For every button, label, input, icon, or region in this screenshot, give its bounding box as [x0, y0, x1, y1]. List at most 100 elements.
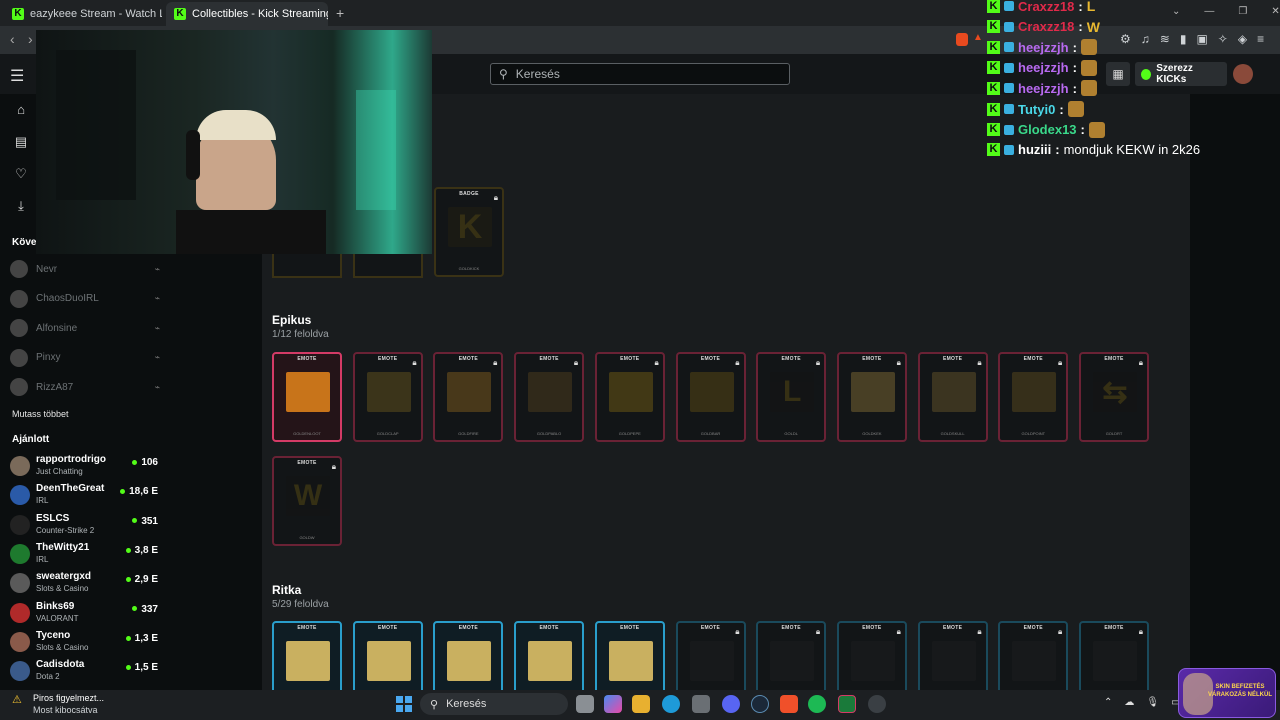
store-icon[interactable] [692, 695, 710, 713]
collectible-card[interactable]: EMOTE 🔒︎ GOLDPOINT [998, 352, 1069, 442]
card-name: GOLDPEPE [618, 431, 641, 436]
viewer-count: 351 [132, 516, 158, 527]
minimize-button[interactable]: — [1204, 6, 1214, 17]
copilot-icon[interactable] [604, 695, 622, 713]
download-icon[interactable]: ⤓ [10, 198, 32, 214]
get-kicks-button[interactable]: Szerezz KICKs [1135, 62, 1227, 86]
browse-icon[interactable]: ▤ [10, 134, 32, 150]
followed-channel[interactable]: ChaosDuoIRL ⌁ [10, 289, 160, 308]
card-type-label: EMOTE [378, 625, 398, 631]
close-window-button[interactable]: ✕ [1271, 6, 1279, 17]
chat-username[interactable]: Tutyi0 [1018, 102, 1055, 117]
collectible-card[interactable]: EMOTE GOLDENLOOT [272, 352, 342, 442]
get-kicks-label: Szerezz KICKs [1156, 63, 1193, 85]
collectible-card[interactable]: EMOTE 🔒︎ GOLDSKULL [917, 352, 988, 442]
dashboard-icon[interactable]: ▦ [1106, 62, 1130, 86]
collectible-card[interactable]: EMOTE 🔒︎ GOLDPEPE [594, 352, 665, 442]
notification-title[interactable]: Piros figyelmezt... [33, 693, 104, 703]
lock-icon: 🔒︎ [1058, 358, 1063, 367]
followed-channel[interactable]: Alfonsine ⌁ [10, 319, 160, 337]
card-name: GOLDBAR [700, 431, 721, 436]
menu-icon[interactable]: ≡ [1257, 32, 1264, 46]
chat-username[interactable]: huziii [1018, 142, 1051, 157]
recommended-channel[interactable]: Binks69 VALORANT 337 [10, 599, 160, 627]
channel-name: Binks69 [36, 600, 75, 612]
collectible-card[interactable]: EMOTE 🔒︎ ⇆ GOLDRT [1079, 352, 1149, 442]
sidebar-toggle-icon[interactable]: ▮ [1180, 32, 1187, 46]
chat-username[interactable]: Craxzz18 [1018, 0, 1074, 14]
tab-list-button[interactable]: ⌄ [1172, 6, 1180, 17]
chat-username[interactable]: heejzzjh [1018, 81, 1069, 96]
sponsor-text: SKIN BEFIZETÉS VÁRAKOZÁS NÉLKÜL [1208, 684, 1272, 698]
tab-title: Collectibles - Kick Streaming [192, 8, 328, 20]
lock-icon: 🔒︎ [493, 193, 498, 202]
spotify-icon[interactable] [808, 695, 826, 713]
followed-channel[interactable]: RizzA87 ⌁ [10, 378, 160, 396]
followed-channel[interactable]: Nevr ⌁ [10, 260, 160, 278]
recommended-channel[interactable]: TheWitty21 IRL 3,8 E [10, 540, 160, 568]
chat-username[interactable]: Glodex13 [1018, 122, 1077, 137]
taskbar-search[interactable]: ⚲ Keresés [420, 693, 568, 715]
collectible-card[interactable]: EMOTE 🔒︎ GOLDCLAP [352, 352, 423, 442]
followed-channel[interactable]: Pinxy ⌁ [10, 348, 160, 367]
collectible-card[interactable]: EMOTE 🔒︎ GOLDKEK [836, 352, 907, 442]
show-more-link[interactable]: Mutass többet [12, 409, 69, 419]
collectible-card[interactable]: EMOTE 🔒︎ L GOLDL [756, 352, 827, 442]
wallet-icon[interactable]: ▣ [1196, 32, 1207, 46]
edge-icon[interactable] [662, 695, 680, 713]
card-type-label: EMOTE [700, 625, 721, 631]
collectible-card[interactable]: EMOTE 🔒︎ W GOLDW [272, 456, 342, 546]
recommended-channel[interactable]: rapportrodrigo Just Chatting 106 [10, 452, 160, 480]
cloud-icon[interactable]: ☁ [1124, 697, 1134, 708]
back-icon[interactable]: ‹ [10, 31, 15, 47]
discord-icon[interactable] [722, 695, 740, 713]
mic-icon[interactable]: 🎙︎ [1146, 697, 1159, 708]
recommended-channel[interactable]: Tyceno Slots & Casino 1,3 E [10, 628, 160, 656]
live-dot-icon [132, 606, 138, 612]
task-view-icon[interactable] [576, 695, 594, 713]
tune-icon[interactable]: ≋ [1160, 32, 1170, 46]
following-icon[interactable]: ♡ [10, 166, 32, 182]
card-name: GOLDPOINT [1021, 431, 1046, 436]
steam-icon[interactable] [751, 695, 769, 713]
recommended-channel[interactable]: ESLCS Counter-Strike 2 351 [10, 511, 160, 539]
recommended-channel[interactable]: DeenTheGreat IRL 18,6 E [10, 481, 160, 509]
browser-tab-stream[interactable]: K eazykeee Stream - Watch Live on Kic [4, 2, 162, 26]
chat-message: K Craxzz18: W [987, 19, 1100, 35]
obs-excel-icon[interactable] [838, 695, 856, 713]
chat-username[interactable]: heejzzjh [1018, 40, 1069, 55]
badge-card-partial[interactable] [272, 250, 342, 278]
channel-avatar [10, 456, 30, 476]
file-explorer-icon[interactable] [632, 695, 650, 713]
forward-icon[interactable]: › [28, 31, 33, 47]
tray-chevron-icon[interactable]: ⌃ [1104, 697, 1112, 708]
music-icon[interactable]: ♫ [1141, 32, 1150, 46]
leo-icon[interactable]: ✧ [1218, 32, 1228, 46]
chat-username[interactable]: Craxzz18 [1018, 19, 1074, 34]
channel-avatar [10, 602, 30, 623]
vpn-icon[interactable]: ◈ [1238, 32, 1247, 46]
maximize-button[interactable]: ❐ [1238, 6, 1247, 17]
recommended-channel[interactable]: sweatergxd Slots & Casino 2,9 E [10, 569, 160, 597]
brave-icon[interactable] [780, 695, 798, 713]
search-input[interactable]: ⚲ Keresés [490, 63, 790, 85]
badge-card[interactable]: BADGE 🔒︎ K GOLDKICK [434, 187, 504, 277]
user-avatar[interactable] [1233, 64, 1253, 84]
chat-username[interactable]: heejzzjh [1018, 60, 1069, 75]
home-icon[interactable]: ⌂ [10, 102, 32, 117]
windows-start-icon[interactable] [396, 696, 412, 712]
brave-shield-icon[interactable] [956, 33, 968, 46]
browser-tab-collectibles[interactable]: K Collectibles - Kick Streaming ✕ [166, 2, 328, 26]
extensions-icon[interactable]: ⚙ [1120, 32, 1131, 46]
live-dot-icon [125, 577, 131, 583]
hamburger-menu-icon[interactable]: ☰ [10, 66, 24, 86]
new-tab-button[interactable]: + [336, 5, 344, 21]
recommended-channel[interactable]: Cadisdota Dota 2 1,5 E [10, 657, 160, 685]
badge-card-partial[interactable] [353, 250, 423, 278]
collectible-card[interactable]: EMOTE 🔒︎ GOLDFIRE [433, 352, 504, 442]
collectible-card[interactable]: EMOTE 🔒︎ GOLDBAR [675, 352, 746, 442]
app-icon[interactable] [868, 695, 886, 713]
viewer-count: 1,3 E [125, 633, 158, 644]
collectible-card[interactable]: EMOTE 🔒︎ GOLDPABLO [514, 352, 585, 442]
channel-avatar [10, 378, 28, 396]
